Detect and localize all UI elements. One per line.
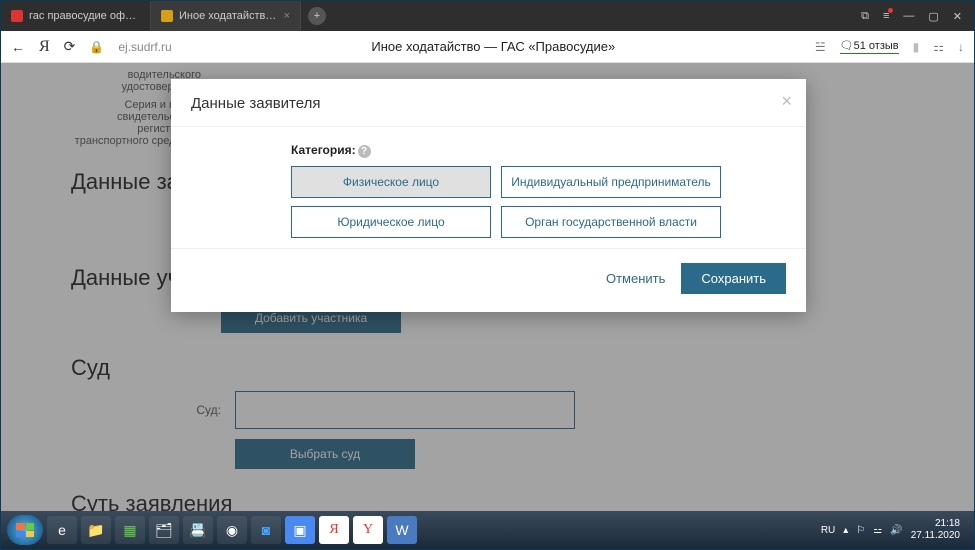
tray-up-icon[interactable]: ▴ [843,525,848,536]
page-content: водительского удостоверения: Серия и ном… [1,63,974,511]
browser-tab-0[interactable]: гас правосудие официаль [1,1,151,31]
window-close-icon[interactable]: ✕ [953,10,962,23]
system-tray: RU ▴ ⚐ ⚍ 🔊 21:18 27.11.2020 [821,518,968,542]
category-option-government[interactable]: Орган государственной власти [501,206,721,238]
translate-icon[interactable]: ☱ [815,40,826,54]
windows-taskbar: e 📁 ▦ 🗂 📇 ◉ ◙ ▣ Я Y W RU ▴ ⚐ ⚍ 🔊 21:18 2… [1,511,974,549]
taskbar-ie-icon[interactable]: e [47,516,77,544]
applicant-modal: Данные заявителя × Категория:? Физическо… [171,79,806,312]
yandex-logo[interactable]: Я [39,38,50,56]
url-text[interactable]: ej.sudrf.ru [118,40,171,54]
window-maximize-icon[interactable]: ▢ [928,10,938,23]
taskbar-zoom-icon[interactable]: ▣ [285,516,315,544]
tab-title: гас правосудие официаль [29,10,140,22]
help-icon[interactable]: ? [358,145,371,158]
menu-icon[interactable]: ≡ [883,10,889,22]
category-option-legal-entity[interactable]: Юридическое лицо [291,206,491,238]
address-bar: ← Я ⟳ 🔒 ej.sudrf.ru Иное ходатайство — Г… [1,31,974,63]
copy-icon[interactable]: ⧉ [861,10,869,23]
taskbar-app-icon-1[interactable]: 📇 [183,516,213,544]
tray-volume-icon[interactable]: 🔊 [890,525,902,536]
category-label: Категория:? [291,143,786,158]
modal-cancel-button[interactable]: Отменить [606,271,665,286]
tab-favicon [11,10,23,22]
browser-tab-1[interactable]: Иное ходатайство — ГА × [151,1,301,31]
downloads-icon[interactable]: ↓ [958,40,964,54]
extensions-icon[interactable]: ⚏ [933,40,944,54]
browser-titlebar: гас правосудие официаль Иное ходатайство… [1,1,974,31]
taskbar-word-icon[interactable]: W [387,516,417,544]
bookmark-icon[interactable]: ▮ [913,40,920,54]
new-tab-button[interactable]: + [305,1,329,31]
tab-title: Иное ходатайство — ГА [179,10,278,22]
back-button[interactable]: ← [11,39,25,55]
page-title: Иное ходатайство — ГАС «Правосудие» [186,39,801,54]
category-option-entrepreneur[interactable]: Индивидуальный предприниматель [501,166,721,198]
taskbar-app-icon-2[interactable]: ◙ [251,516,281,544]
start-button[interactable] [7,515,43,545]
lock-icon: 🔒 [89,40,104,54]
category-option-individual[interactable]: Физическое лицо [291,166,491,198]
window-controls: ⧉ ≡ — ▢ ✕ [849,1,974,31]
taskbar-explorer-icon[interactable]: 📁 [81,516,111,544]
window-minimize-icon[interactable]: — [903,10,914,22]
taskbar-yandex-icon[interactable]: Я [319,516,349,544]
reviews-link[interactable]: 🗨51 отзыв [840,39,899,54]
tray-network-icon[interactable]: ⚍ [873,525,882,536]
taskbar-clock[interactable]: 21:18 27.11.2020 [911,518,960,542]
tray-flag-icon[interactable]: ⚐ [856,525,865,536]
lang-indicator[interactable]: RU [821,525,835,536]
taskbar-chrome-icon[interactable]: ◉ [217,516,247,544]
modal-close-icon[interactable]: × [781,91,792,112]
modal-save-button[interactable]: Сохранить [681,263,786,294]
tab-favicon [161,10,173,22]
reload-button[interactable]: ⟳ [64,38,76,55]
tab-close-icon[interactable]: × [284,10,290,22]
modal-title: Данные заявителя [191,95,320,112]
taskbar-folder-icon[interactable]: 🗂 [149,516,179,544]
taskbar-yandex2-icon[interactable]: Y [353,516,383,544]
taskbar-excel-icon[interactable]: ▦ [115,516,145,544]
